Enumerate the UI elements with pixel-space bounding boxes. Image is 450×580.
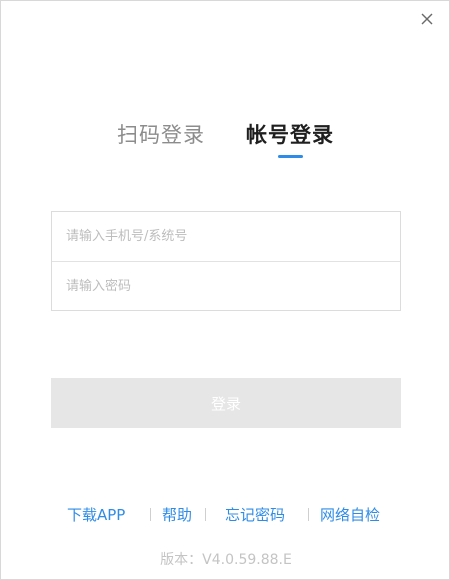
footer-separator (205, 508, 206, 521)
footer-separator (150, 508, 151, 521)
forgot-password-link[interactable]: 忘记密码 (225, 504, 285, 525)
help-link[interactable]: 帮助 (162, 504, 192, 525)
account-input[interactable] (52, 212, 400, 261)
close-button[interactable] (417, 9, 437, 29)
login-form (51, 211, 401, 311)
active-tab-indicator (278, 155, 303, 158)
tab-account-login[interactable]: 帐号登录 (246, 119, 334, 149)
version-label: 版本：V4.0.59.88.E (160, 552, 292, 568)
login-window: 扫码登录 帐号登录 登录 下载APP 帮助 忘记密码 网络自检 版本：V4.0.… (0, 0, 450, 580)
download-app-link[interactable]: 下载APP (67, 504, 125, 525)
footer-separator (308, 508, 309, 521)
login-button[interactable]: 登录 (51, 378, 401, 428)
network-check-link[interactable]: 网络自检 (320, 504, 380, 525)
tab-qr-login[interactable]: 扫码登录 (117, 119, 205, 149)
password-input[interactable] (52, 262, 400, 311)
login-tabs: 扫码登录 帐号登录 (1, 119, 450, 163)
close-icon (421, 13, 433, 25)
footer-links: 下载APP 帮助 忘记密码 网络自检 (1, 504, 450, 524)
